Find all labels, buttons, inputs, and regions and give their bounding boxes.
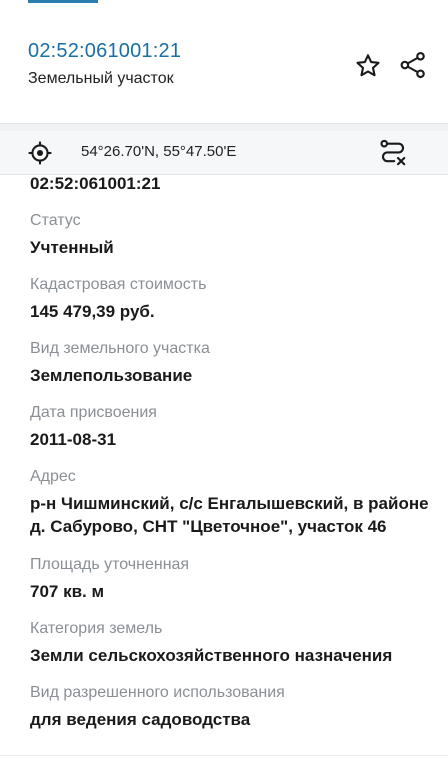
tab-indicator [28, 0, 98, 3]
field-label: Вид земельного участка [30, 340, 210, 357]
field-land-type: Вид земельного участка Землепользование [30, 339, 430, 386]
locate-button[interactable] [26, 139, 54, 167]
field-label: Вид разрешенного использования [30, 684, 285, 701]
details-list: 02:52:061001:21 Статус Учтенный Кадастро… [30, 174, 430, 730]
field-value: для ведения садоводства [30, 710, 251, 729]
field-label: Дата присвоения [30, 404, 157, 421]
coordinates-bar: 54°26.70'N, 55°47.50'E [0, 131, 448, 175]
field-status: Статус Учтенный [30, 211, 430, 258]
route-icon [380, 139, 406, 166]
section-divider [0, 123, 448, 131]
cadastral-number-title[interactable]: 02:52:061001:21 [28, 40, 181, 63]
share-button[interactable] [396, 48, 430, 82]
field-label: Адрес [30, 468, 76, 485]
field-assigned-date: Дата присвоения 2011-08-31 [30, 403, 430, 450]
field-value: 2011-08-31 [30, 430, 117, 449]
favorite-button[interactable] [352, 50, 384, 82]
share-icon [400, 51, 425, 79]
field-land-category: Категория земель Земли сельскохозяйствен… [30, 619, 430, 666]
object-header: 02:52:061001:21 Земельный участок [0, 0, 448, 123]
coordinates-text[interactable]: 54°26.70'N, 55°47.50'E [81, 143, 236, 160]
star-outline-icon [356, 54, 380, 77]
field-area: Площадь уточненная 707 кв. м [30, 555, 430, 602]
field-value: 145 479,39 руб. [30, 302, 155, 321]
field-label: Кадастровая стоимость [30, 276, 207, 293]
field-permitted-use: Вид разрешенного использования для веден… [30, 683, 430, 730]
field-label: Площадь уточненная [30, 556, 190, 573]
field-label: Категория земель [30, 620, 163, 637]
route-button[interactable] [376, 136, 410, 170]
field-value: 707 кв. м [30, 582, 105, 601]
field-cadastral-cost: Кадастровая стоимость 145 479,39 руб. [30, 275, 430, 322]
field-value: р-н Чишминский, с/с Енгалышевский, в рай… [30, 494, 429, 536]
field-value: Учтенный [30, 238, 114, 257]
field-label: Статус [30, 212, 81, 229]
cadastral-number-value: 02:52:061001:21 [30, 174, 161, 193]
bottom-divider [0, 755, 448, 756]
crosshair-icon [28, 141, 52, 165]
object-type-label: Земельный участок [28, 70, 174, 87]
field-address: Адрес р-н Чишминский, с/с Енгалышевский,… [30, 467, 430, 538]
field-value: Землепользование [30, 366, 193, 385]
field-value: Земли сельскохозяйственного назначения [30, 646, 393, 665]
